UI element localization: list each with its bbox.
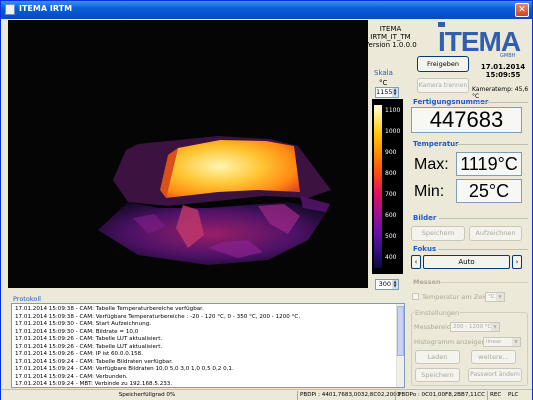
passwort-aendern-button[interactable]: Passwort ändern [468,368,522,382]
stepper-arrows-icon[interactable]: ▲ ▼ [392,280,398,289]
protokoll-title: Protokoll [13,295,41,303]
chevron-down-icon: ▼ [496,293,504,301]
scale-tick: 700 [385,191,397,198]
logo-subtext: GMBH [500,53,516,59]
log-line: 17.01.2014 15:09:24 - CAM: Tabelle Bildr… [15,358,173,365]
brand-version: Version 1.0.0.0 [364,41,417,49]
min-temperature-value: 25°C [456,179,522,203]
einstellungen-title: Einstellungen [414,309,461,317]
divider [456,144,528,145]
histogramm-value: linear [486,339,502,345]
messbereich-label: Messbereich [414,323,455,331]
scale-tick: 600 [385,212,397,219]
scale-tick: 1000 [385,128,401,135]
brand-product: IRTM_IT_TM [370,33,411,41]
unit-select-value: °C [488,294,495,300]
temperatur-title: Temperatur [413,140,459,148]
color-scale-bar [374,105,382,268]
log-line: 17.01.2014 15:09:30 - CAM: Bildrate = 10… [15,328,139,335]
unit-select[interactable]: °C ▼ [485,292,505,302]
chevron-down-icon: ▼ [512,338,520,346]
fokus-title: Fokus [413,245,437,253]
scale-tick: 900 [385,149,397,156]
divider [438,249,528,250]
focus-auto-button[interactable]: Auto [423,255,510,269]
log-scrollbar[interactable] [396,304,404,387]
focus-left-button[interactable]: ‹ [411,255,421,269]
weitere-button[interactable]: weitere... [471,350,516,364]
messen-title: Messen [413,278,441,286]
freigeben-button[interactable]: Freigeben [417,56,469,72]
chevron-down-icon: ▼ [491,323,499,331]
fertigungsnummer-value: 447683 [411,107,522,133]
scale-min-value: 300 [378,280,391,288]
einstellungen-speichern-button[interactable]: Speichern [415,368,460,382]
app-window: ITEMA IRTM ✕ Skala °C 1155 ▲ ▼ 1100 1000… [0,0,533,400]
plc-status: PLC [508,392,519,398]
brand-name: ITEMA [379,25,402,33]
thermal-image-view[interactable] [8,20,368,288]
bilder-title: Bilder [413,214,437,222]
scale-max-stepper[interactable]: 1155 ▲ ▼ [375,87,399,98]
messbereich-select[interactable]: 200 - 1200 °C ▼ [450,322,500,332]
scrollbar-thumb[interactable] [397,306,404,356]
time: 15:09:55 [485,71,521,79]
scale-tick: 400 [385,254,397,261]
divider [439,218,528,219]
scale-tick: 800 [385,170,397,177]
log-line: 17.01.2014 15:09:38 - CAM: Tabelle Tempe… [15,306,204,312]
bilder-speichern-button[interactable]: Speichern [411,226,465,241]
log-line: 17.01.2014 15:09:26 - CAM: IP ist 60.0.0… [15,351,143,357]
scale-tick: 500 [385,233,397,240]
rec-status: REC [487,391,505,400]
stepper-arrows-icon[interactable]: ▲ ▼ [392,88,398,97]
log-line: 17.01.2014 15:09:30 - CAM: Start Aufzeic… [15,321,152,327]
log-line: 17.01.2014 15:09:24 - CAM: Verbunden. [15,373,128,380]
log-line: 17.01.2014 15:09:26 - CAM: Tabelle LUT a… [15,343,163,350]
app-branding: ITEMA IRTM_IT_TM Version 1.0.0.0 [363,25,418,49]
focus-right-button[interactable]: › [512,255,522,269]
messbereich-value: 200 - 1200 °C [453,324,492,330]
pbdpi-status: PBDPi : 4401,7683,0032,8C02,2003 [297,391,400,400]
aufzeichnen-button[interactable]: Aufzeichnen [469,226,522,241]
scale-tick: 1100 [385,107,401,114]
log-line: 17.01.2014 15:09:24 - CAM: Verfügbare Bi… [15,366,234,372]
min-label: Min: [414,183,445,200]
scale-unit: °C [379,79,388,87]
log-line: 17.01.2014 15:09:38 - CAM: Verfügbare Te… [15,313,301,320]
divider [476,102,528,103]
scale-label: Skala [374,69,393,77]
histogramm-select[interactable]: linear ▼ [483,337,521,347]
max-label: Max: [414,156,449,173]
protokoll-log[interactable]: 17.01.2014 15:09:38 - CAM: Tabelle Tempe… [11,303,405,388]
scale-max-value: 1155 [376,88,393,96]
log-line: 17.01.2014 15:09:26 - CAM: Tabelle LUT a… [15,336,163,342]
status-bar: Speicherfüllgrad 0% PBDPi : 4401,7683,00… [1,389,532,400]
date: 17.01.2014 [480,63,526,71]
log-line: 17.01.2014 15:09:24 - MBT: Verbinde zu 1… [15,381,173,387]
pbdpo-status: PBDPo : 0C01,00F8,2BB7,11CC [395,391,485,400]
divider [441,282,528,283]
close-button[interactable]: ✕ [515,3,529,17]
kamera-trennen-button[interactable]: Kamera trennen [417,78,469,93]
temperature-pointer-checkbox[interactable] [412,293,419,300]
histogramm-label: Histogramm anzeigen [414,338,486,346]
datetime: 17.01.2014 15:09:55 [473,63,533,79]
window-title: ITEMA IRTM [19,4,73,13]
speicherfuellgrad-status: Speicherfüllgrad 0% [118,392,176,398]
color-scale: 1100 1000 900 800 700 600 500 400 [372,99,403,274]
thermal-image [98,136,331,265]
laden-button[interactable]: Laden [415,350,460,364]
app-icon [5,4,15,15]
max-temperature-value: 1119°C [456,152,522,176]
title-bar[interactable]: ITEMA IRTM ✕ [1,1,532,19]
scale-min-stepper[interactable]: 300 ▲ ▼ [375,279,399,290]
